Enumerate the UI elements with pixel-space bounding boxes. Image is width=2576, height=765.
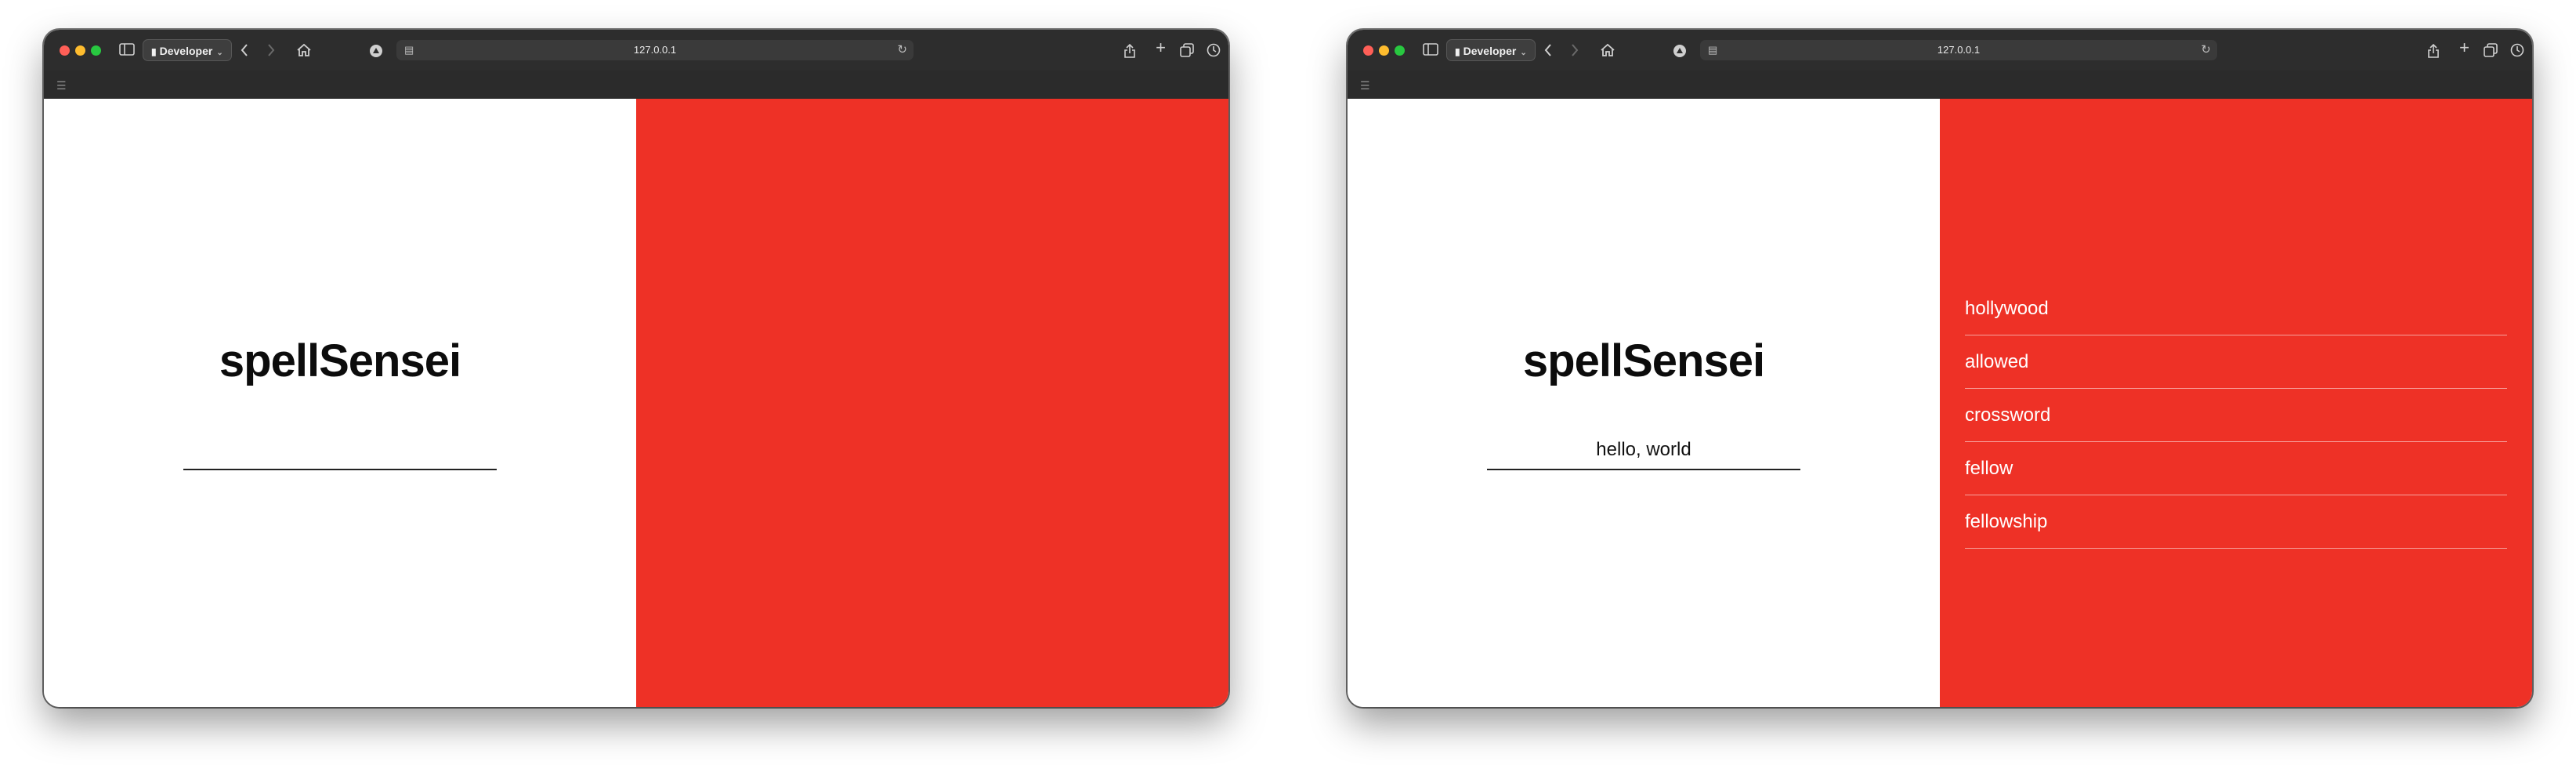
- chevron-down-icon: ⌄: [1520, 49, 1527, 57]
- share-icon[interactable]: [2427, 43, 2440, 59]
- word-input[interactable]: [183, 431, 497, 470]
- sidebar-icon[interactable]: [119, 43, 135, 56]
- browser-window-empty: ▮ Developer ⌄ ▤ 127.0.0.1 ↻ + ☰ spellSen…: [44, 30, 1228, 707]
- suggestion-item[interactable]: allowed: [1965, 335, 2507, 389]
- profile-label: Developer: [159, 45, 213, 57]
- url-text: 127.0.0.1: [633, 44, 677, 56]
- page-viewport: spellSensei hollywood allowed crossword …: [1348, 99, 2532, 707]
- app-title: spellSensei: [1522, 335, 1765, 386]
- suggestions-panel: hollywood allowed crossword fellow fello…: [1940, 99, 2532, 707]
- clock-icon[interactable]: [1207, 43, 1221, 57]
- clock-icon[interactable]: [2510, 43, 2524, 57]
- browser-window-with-suggestions: ▮ Developer ⌄ ▤ 127.0.0.1 ↻ + ☰ spellSen…: [1348, 30, 2532, 707]
- input-panel: spellSensei: [44, 99, 636, 707]
- tabs-overview-icon[interactable]: [1180, 43, 1194, 57]
- suggestion-item[interactable]: crossword: [1965, 389, 2507, 442]
- back-icon[interactable]: [1543, 43, 1553, 57]
- new-tab-icon[interactable]: +: [2459, 39, 2469, 56]
- app-title: spellSensei: [219, 335, 461, 386]
- extension-icon[interactable]: [1672, 43, 1688, 59]
- suggestion-item[interactable]: fellow: [1965, 442, 2507, 495]
- profile-label: Developer: [1463, 45, 1517, 57]
- forward-icon[interactable]: [266, 43, 276, 57]
- new-tab-icon[interactable]: +: [1156, 39, 1166, 56]
- tabs-overview-icon[interactable]: [2484, 43, 2498, 57]
- close-window-button[interactable]: [60, 45, 70, 56]
- back-icon[interactable]: [240, 43, 249, 57]
- input-panel: spellSensei: [1348, 99, 1940, 707]
- title-bar: ▮ Developer ⌄ ▤ 127.0.0.1 ↻ +: [1348, 30, 2532, 71]
- suggestion-item[interactable]: hollywood: [1965, 282, 2507, 335]
- home-icon[interactable]: [296, 43, 312, 57]
- chevron-down-icon: ⌄: [216, 49, 223, 57]
- word-input[interactable]: [1487, 431, 1800, 470]
- profile-button[interactable]: ▮ Developer ⌄: [143, 39, 232, 61]
- bookmarks-bar: ☰: [1348, 71, 2532, 100]
- maximize-window-button[interactable]: [1395, 45, 1405, 56]
- address-bar[interactable]: ▤ 127.0.0.1 ↻: [1700, 40, 2217, 60]
- maximize-window-button[interactable]: [91, 45, 101, 56]
- share-icon[interactable]: [1123, 43, 1136, 59]
- reload-icon[interactable]: ↻: [2201, 43, 2211, 57]
- forward-icon[interactable]: [1570, 43, 1579, 57]
- lock-icon: ▮: [1455, 46, 1460, 57]
- bookmarks-icon[interactable]: ☰: [1360, 80, 1370, 91]
- close-window-button[interactable]: [1363, 45, 1373, 56]
- minimize-window-button[interactable]: [1379, 45, 1389, 56]
- title-bar: ▮ Developer ⌄ ▤ 127.0.0.1 ↻ +: [44, 30, 1228, 71]
- page-viewport: spellSensei: [44, 99, 1228, 707]
- address-bar[interactable]: ▤ 127.0.0.1 ↻: [396, 40, 914, 60]
- home-icon[interactable]: [1600, 43, 1615, 57]
- extension-icon[interactable]: [368, 43, 384, 59]
- url-text: 127.0.0.1: [1937, 44, 1981, 56]
- sidebar-icon[interactable]: [1423, 43, 1438, 56]
- bookmarks-icon[interactable]: ☰: [56, 80, 67, 91]
- suggestion-list: hollywood allowed crossword fellow fello…: [1965, 282, 2507, 549]
- profile-button[interactable]: ▮ Developer ⌄: [1446, 39, 1536, 61]
- bookmarks-bar: ☰: [44, 71, 1228, 100]
- lock-icon: ▮: [151, 46, 157, 57]
- suggestions-panel: [636, 99, 1228, 707]
- minimize-window-button[interactable]: [75, 45, 85, 56]
- reload-icon[interactable]: ↻: [897, 43, 907, 57]
- suggestion-item[interactable]: fellowship: [1965, 495, 2507, 549]
